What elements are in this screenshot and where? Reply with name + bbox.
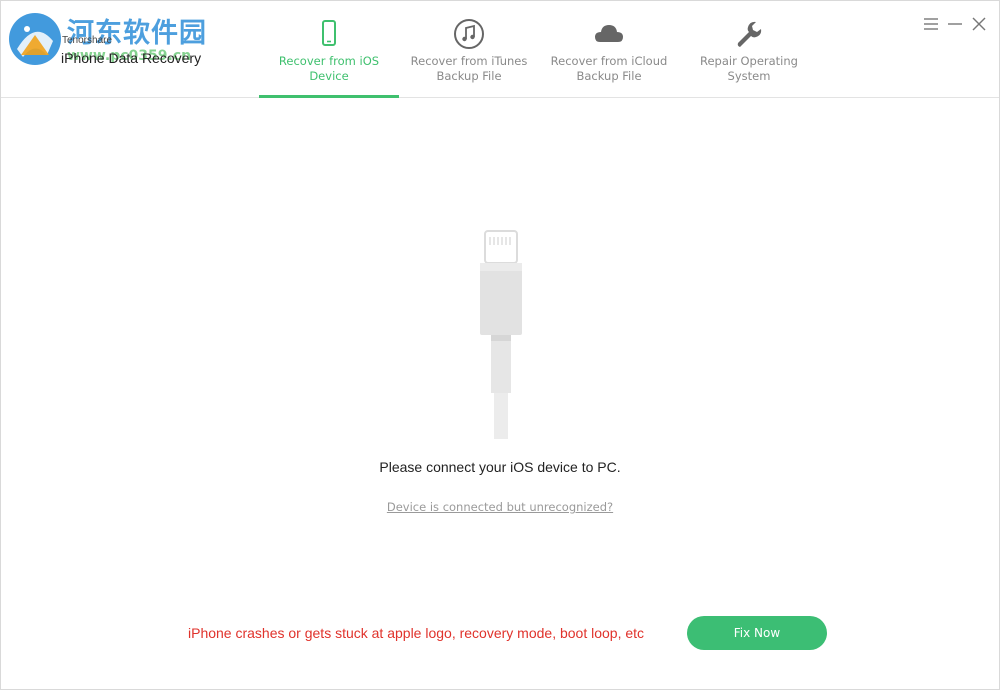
tab-label: Recover from iOS Device bbox=[278, 54, 380, 83]
close-icon[interactable] bbox=[970, 15, 988, 33]
minimize-icon[interactable] bbox=[946, 15, 964, 33]
app-logo-icon bbox=[9, 13, 61, 65]
tab-recover-icloud-backup[interactable]: Recover from iCloud Backup File bbox=[539, 1, 679, 97]
header-bar: 河东软件园 www.pc0359.cn Tenorshare iPhone Da… bbox=[1, 1, 999, 98]
music-note-icon bbox=[454, 19, 484, 49]
help-link-container: Device is connected but unrecognized? bbox=[1, 500, 999, 514]
tab-repair-os[interactable]: Repair Operating System bbox=[679, 1, 819, 97]
fix-now-button[interactable]: Fix Now bbox=[687, 616, 827, 650]
menu-icon[interactable] bbox=[922, 15, 940, 33]
tab-label: Repair Operating System bbox=[700, 54, 798, 83]
app-window: 河东软件园 www.pc0359.cn Tenorshare iPhone Da… bbox=[0, 0, 1000, 690]
tab-label: Recover from iTunes Backup File bbox=[410, 54, 528, 83]
mode-tabs: Recover from iOS Device Recover from iTu… bbox=[259, 1, 819, 98]
tab-label: Recover from iCloud Backup File bbox=[550, 54, 668, 83]
phone-icon bbox=[322, 20, 336, 46]
brand-name: Tenorshare bbox=[62, 35, 113, 46]
lightning-cable-illustration bbox=[480, 230, 522, 439]
wrench-icon bbox=[737, 21, 762, 47]
product-name: iPhone Data Recovery bbox=[61, 50, 202, 66]
connect-device-prompt: Please connect your iOS device to PC. bbox=[379, 459, 621, 475]
device-unrecognized-link[interactable]: Device is connected but unrecognized? bbox=[387, 500, 613, 514]
tab-recover-ios-device[interactable]: Recover from iOS Device bbox=[259, 1, 399, 98]
tab-recover-itunes-backup[interactable]: Recover from iTunes Backup File bbox=[399, 1, 539, 97]
crash-warning-message: iPhone crashes or gets stuck at apple lo… bbox=[188, 625, 645, 641]
cloud-icon bbox=[595, 25, 623, 42]
